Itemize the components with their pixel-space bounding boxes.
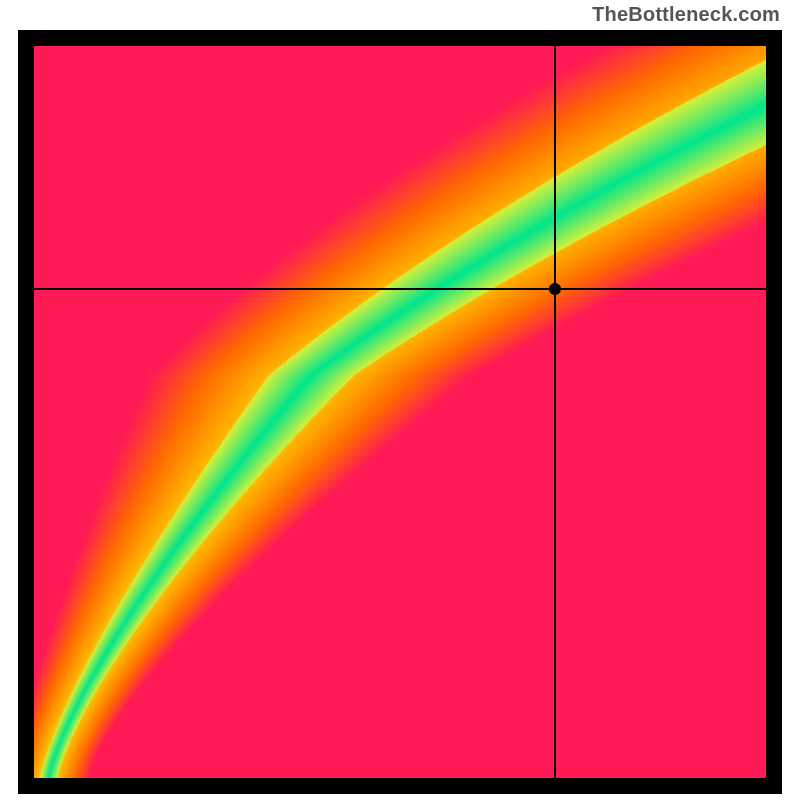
crosshair-vertical bbox=[554, 46, 556, 778]
crosshair-horizontal bbox=[34, 288, 766, 290]
chart-stage: TheBottleneck.com bbox=[0, 0, 800, 800]
marker-dot bbox=[549, 283, 561, 295]
chart-outer-frame bbox=[18, 30, 782, 794]
watermark-text: TheBottleneck.com bbox=[592, 4, 780, 27]
heatmap-canvas bbox=[34, 46, 766, 778]
heatmap-plot bbox=[34, 46, 766, 778]
